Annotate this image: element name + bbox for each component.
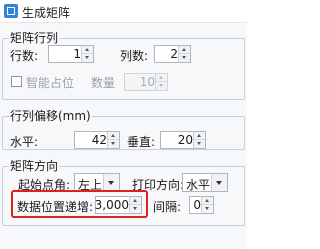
interval-stepper[interactable]: 0: [189, 196, 214, 214]
cols-down-icon[interactable]: [179, 54, 190, 62]
vertical-stepper[interactable]: 20: [160, 131, 206, 149]
horizontal-value: 42: [91, 133, 107, 147]
interval-label: 间隔:: [153, 200, 182, 214]
vertical-label: 垂直:: [127, 135, 156, 149]
cols-value: 2: [170, 47, 178, 61]
interval-value: 0: [193, 198, 201, 212]
count-stepper[interactable]: 10: [124, 73, 168, 91]
smart-fill-checkbox[interactable]: [11, 76, 22, 87]
cols-stepper[interactable]: 2: [154, 45, 191, 63]
interval-up-icon[interactable]: [202, 197, 213, 205]
print-direction-value: 水平: [186, 178, 211, 192]
matrix-app-icon: [4, 4, 18, 18]
rows-down-icon[interactable]: [82, 54, 93, 62]
group-title-offset: 行列偏移(mm): [9, 107, 92, 124]
rows-value: 1: [73, 47, 81, 61]
group-title-rows-cols: 矩阵行列: [9, 29, 60, 46]
group-title-direction: 矩阵方向: [9, 157, 60, 174]
chevron-down-icon[interactable]: [103, 174, 119, 191]
annotation-highlight-box: [11, 190, 148, 218]
horizontal-up-icon[interactable]: [108, 132, 119, 140]
count-down-icon[interactable]: [156, 82, 167, 90]
smart-fill-label: 智能占位: [26, 76, 75, 90]
horizontal-down-icon[interactable]: [108, 140, 119, 148]
chevron-down-icon[interactable]: [211, 174, 227, 191]
vertical-value: 20: [177, 133, 193, 147]
print-direction-select[interactable]: 水平: [182, 173, 228, 192]
rows-label: 行数:: [10, 49, 39, 63]
rows-stepper[interactable]: 1: [48, 45, 94, 63]
count-label: 数量: [91, 76, 116, 90]
window-title: 生成矩阵: [22, 6, 71, 20]
title-bar: 生成矩阵: [0, 0, 247, 23]
vertical-up-icon[interactable]: [194, 132, 205, 140]
horizontal-stepper[interactable]: 42: [74, 131, 120, 149]
count-value: 10: [139, 75, 155, 89]
cols-up-icon[interactable]: [179, 46, 190, 54]
group-row-col-offset: 行列偏移(mm): [2, 107, 245, 150]
rows-up-icon[interactable]: [82, 46, 93, 54]
vertical-down-icon[interactable]: [194, 140, 205, 148]
horizontal-label: 水平:: [10, 135, 39, 149]
interval-down-icon[interactable]: [202, 205, 213, 213]
count-up-icon[interactable]: [156, 74, 167, 82]
cols-label: 列数:: [120, 49, 149, 63]
